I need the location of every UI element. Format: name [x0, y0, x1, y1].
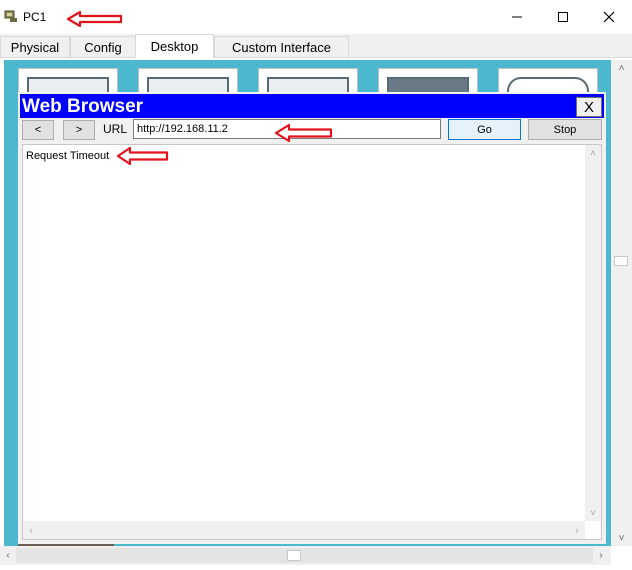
url-label: URL — [103, 122, 128, 136]
go-button[interactable]: Go — [448, 119, 521, 140]
content-vertical-scrollbar[interactable]: ˄ ˅ — [585, 145, 601, 521]
window-title: PC1 — [23, 10, 47, 24]
scrollbar-track[interactable] — [16, 548, 593, 563]
pc-icon — [4, 9, 18, 23]
browser-content-pane: Request Timeout ˄ ˅ ‹ › — [22, 144, 602, 540]
browser-close-button[interactable]: X — [576, 97, 602, 117]
browser-title-bar: Web Browser X — [20, 94, 604, 118]
scroll-left-icon[interactable]: ‹ — [23, 521, 39, 539]
forward-button[interactable]: > — [63, 120, 95, 140]
scroll-down-icon[interactable]: ˅ — [611, 530, 632, 546]
arrow-left-annotation-icon — [66, 10, 123, 28]
scroll-right-icon[interactable]: › — [569, 521, 585, 539]
minimize-button[interactable] — [494, 0, 540, 34]
stop-button[interactable]: Stop — [528, 119, 602, 140]
maximize-button[interactable] — [540, 0, 586, 34]
scroll-left-icon[interactable]: ‹ — [0, 546, 16, 565]
arrow-left-annotation-icon — [274, 123, 333, 143]
scrollbar-thumb[interactable] — [287, 550, 301, 561]
maximize-icon — [558, 12, 568, 22]
tab-bar-divider — [0, 57, 632, 58]
desktop-horizontal-scrollbar[interactable]: ‹ › — [0, 546, 611, 565]
scroll-up-icon[interactable]: ˄ — [611, 60, 632, 76]
close-button[interactable] — [586, 0, 632, 34]
tab-desktop[interactable]: Desktop — [135, 34, 214, 58]
scrollbar-thumb[interactable] — [614, 256, 628, 266]
tab-config[interactable]: Config — [70, 36, 136, 57]
browser-title: Web Browser — [22, 96, 144, 117]
scroll-up-icon[interactable]: ˄ — [585, 145, 601, 161]
back-button[interactable]: < — [22, 120, 54, 140]
arrow-left-annotation-icon — [116, 146, 169, 166]
tab-custom-interface[interactable]: Custom Interface — [214, 36, 349, 57]
response-message: Request Timeout — [26, 150, 110, 162]
scroll-down-icon[interactable]: ˅ — [585, 505, 601, 521]
close-icon — [603, 11, 615, 23]
content-horizontal-scrollbar[interactable]: ‹ › — [23, 521, 585, 539]
tab-physical[interactable]: Physical — [0, 36, 70, 57]
minimize-icon — [512, 16, 522, 18]
scroll-right-icon[interactable]: › — [593, 546, 609, 565]
desktop-vertical-scrollbar[interactable]: ˄ ˅ — [611, 60, 632, 546]
web-browser-window: Web Browser X < > URL Go Stop Request Ti… — [18, 92, 606, 544]
